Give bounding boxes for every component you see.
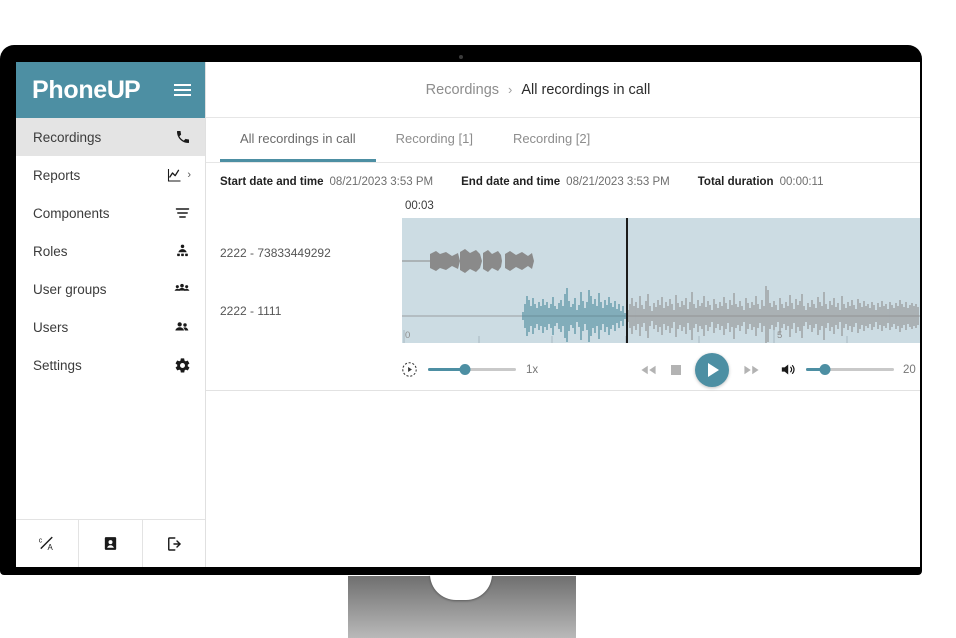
sidebar-footer: cA [16, 519, 205, 567]
transport-controls [640, 352, 760, 387]
account-card-icon[interactable] [79, 520, 143, 567]
sidebar-item-icons [173, 319, 191, 335]
sidebar-item-icons: › [166, 167, 191, 183]
list-lines-icon [174, 205, 191, 221]
sidebar-item-label: User groups [33, 281, 107, 297]
play-icon[interactable] [695, 352, 729, 387]
volume-icon[interactable] [778, 361, 797, 378]
brand-name-main: Phone [32, 75, 107, 104]
sidebar-item-components[interactable]: Components [16, 194, 205, 232]
play-triangle [708, 362, 719, 377]
breadcrumb-parent[interactable]: Recordings [426, 82, 499, 98]
chevron-right-icon: › [187, 169, 191, 181]
sidebar-item-label: Roles [33, 243, 68, 259]
sidebar-nav: Recordings Reports › Components Roles Us… [16, 118, 205, 384]
phone-icon [175, 129, 191, 145]
hamburger-line [174, 94, 191, 96]
sidebar-item-roles[interactable]: Roles [16, 232, 205, 270]
volume-slider-thumb[interactable] [819, 364, 831, 375]
stop-square [671, 364, 681, 375]
two-people-icon [173, 319, 191, 335]
start-date-value: 08/21/2023 3:53 PM [329, 176, 434, 188]
speed-slider-thumb[interactable] [459, 364, 471, 375]
breadcrumb: Recordings › All recordings in call [426, 82, 651, 98]
tab-all-recordings-in-call[interactable]: All recordings in call [220, 118, 376, 162]
sidebar-item-icons [174, 243, 191, 259]
tab-bar: All recordings in call Recording [1] Rec… [206, 118, 920, 163]
sidebar-item-users[interactable]: Users [16, 308, 205, 346]
breadcrumb-current: All recordings in call [521, 81, 651, 98]
sidebar-item-icons [174, 357, 191, 374]
hamburger-icon[interactable] [174, 84, 191, 96]
ruler-tick-0: 0 [405, 330, 411, 341]
playhead-cursor[interactable] [626, 218, 628, 343]
tab-label: Recording [1] [395, 131, 473, 146]
tab-label: Recording [2] [512, 131, 591, 146]
language-toggle-icon[interactable]: cA [16, 520, 80, 567]
sidebar-item-icons [175, 129, 191, 145]
waveform-canvas[interactable]: 0 5 [402, 218, 920, 343]
volume-control: 20 [778, 361, 920, 378]
sidebar-item-label: Reports [33, 167, 81, 183]
tab-recording-1[interactable]: Recording [1] [376, 118, 493, 162]
playback-speed-icon[interactable] [401, 361, 418, 378]
speed-slider[interactable] [428, 363, 516, 377]
sidebar-item-reports[interactable]: Reports › [16, 156, 205, 194]
svg-text:c: c [38, 537, 42, 545]
people-group-icon [173, 281, 191, 297]
sidebar-item-label: Components [33, 205, 110, 221]
player-controls: 1x 20 [206, 349, 920, 391]
playhead-time-label: 00:03 [405, 200, 434, 212]
hamburger-line [174, 84, 191, 86]
end-date-label: End date and time [461, 176, 561, 188]
screen-viewport: PhoneUP Recordings Reports › Components … [16, 62, 920, 567]
rewind-icon[interactable] [640, 364, 657, 376]
ruler-tick-5: 5 [777, 330, 783, 341]
sidebar-item-icons [173, 281, 191, 297]
recording-metadata: Start date and time 08/21/2023 3:53 PM E… [206, 163, 920, 201]
tab-label: All recordings in call [240, 131, 356, 146]
playback-speed-control: 1x [401, 361, 548, 378]
gear-icon [174, 357, 191, 374]
svg-text:A: A [47, 543, 53, 552]
app-logo: PhoneUP [32, 75, 141, 105]
logout-icon[interactable] [143, 520, 205, 567]
volume-slider[interactable] [806, 363, 894, 377]
brand-name-suffix: UP [106, 75, 141, 104]
fast-forward-icon[interactable] [743, 364, 760, 376]
hamburger-line [174, 89, 191, 91]
brand-bar: PhoneUP [16, 62, 205, 118]
tab-recording-2[interactable]: Recording [2] [493, 118, 610, 162]
speed-value-label: 1x [526, 363, 539, 376]
sidebar-item-settings[interactable]: Settings [16, 346, 205, 384]
webcam-icon [459, 55, 463, 59]
stop-icon[interactable] [671, 364, 681, 375]
sidebar: PhoneUP Recordings Reports › Components … [16, 62, 206, 567]
sidebar-item-label: Users [33, 319, 69, 335]
top-bar: Recordings › All recordings in call [206, 62, 920, 118]
main-content: Recordings › All recordings in call All … [206, 62, 920, 567]
waveform-area[interactable]: 0 5 [206, 218, 920, 343]
start-date-label: Start date and time [220, 176, 324, 188]
end-date-value: 08/21/2023 3:53 PM [566, 176, 670, 188]
total-duration-value: 00:00:11 [779, 176, 824, 188]
total-duration-label: Total duration [697, 176, 774, 188]
chart-line-icon [166, 167, 183, 183]
breadcrumb-separator-icon: › [508, 82, 513, 97]
sidebar-item-label: Recordings [33, 129, 102, 145]
waveform-graphic [402, 249, 920, 343]
sidebar-item-label: Settings [33, 357, 82, 373]
sidebar-item-recordings[interactable]: Recordings [16, 118, 205, 156]
sidebar-item-icons [174, 205, 191, 221]
person-role-icon [174, 243, 191, 259]
volume-value-label: 20 [903, 363, 916, 376]
sidebar-item-user-groups[interactable]: User groups [16, 270, 205, 308]
